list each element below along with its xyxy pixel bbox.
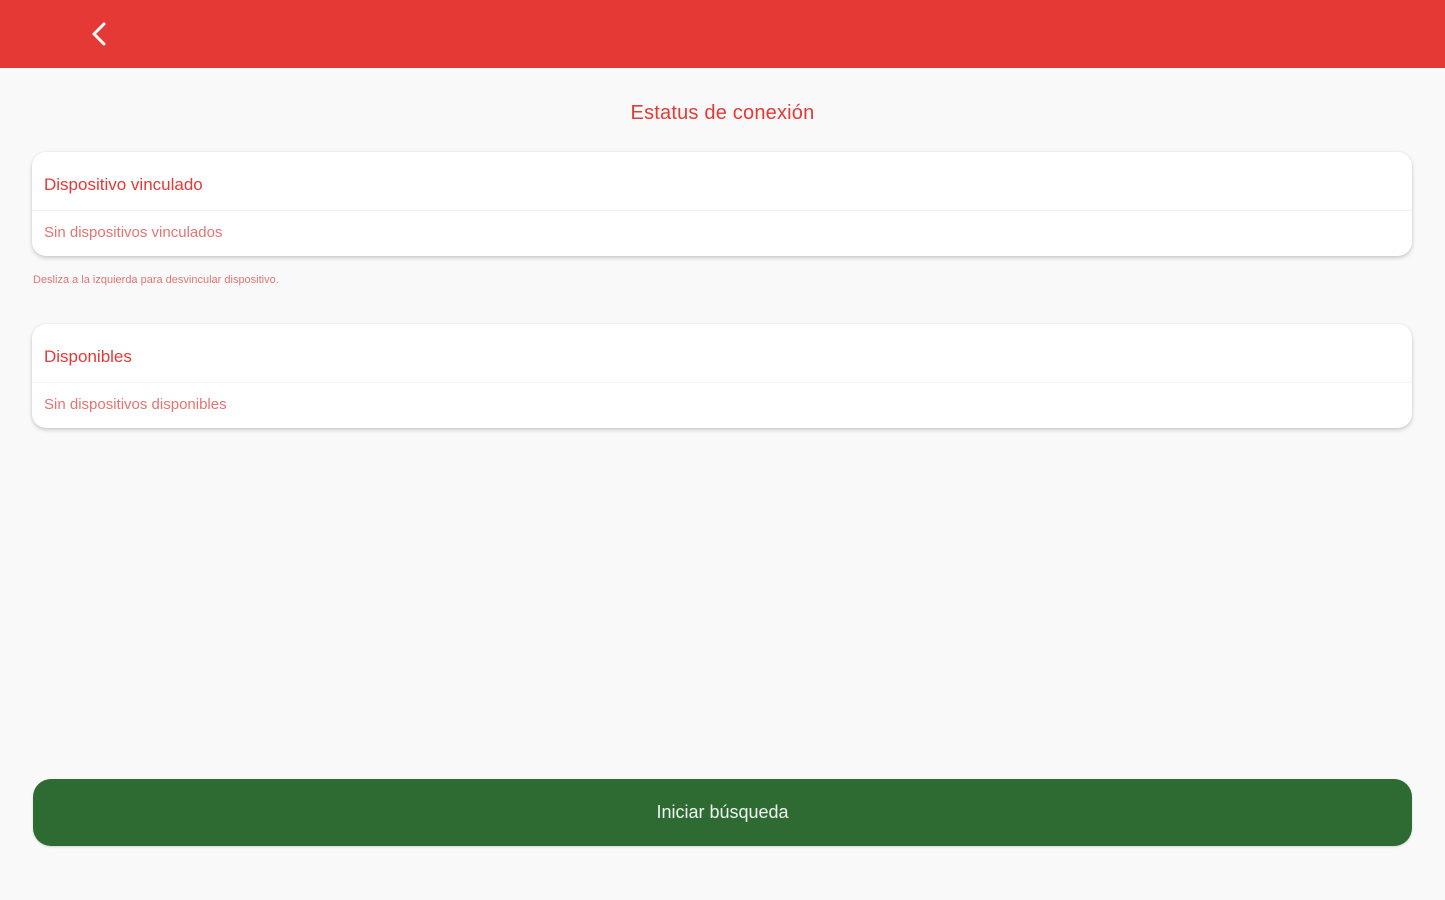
back-button[interactable] xyxy=(82,16,118,52)
start-search-button[interactable]: Iniciar búsqueda xyxy=(33,779,1412,846)
available-devices-header: Disponibles xyxy=(44,347,132,366)
chevron-left-icon xyxy=(92,22,106,46)
linked-device-header: Dispositivo vinculado xyxy=(44,175,203,194)
linked-device-empty-text: Sin dispositivos vinculados xyxy=(44,224,223,241)
top-app-bar xyxy=(0,0,1445,68)
available-devices-empty-text: Sin dispositivos disponibles xyxy=(44,396,227,413)
linked-device-card: Dispositivo vinculado Sin dispositivos v… xyxy=(32,152,1412,256)
available-devices-card: Disponibles Sin dispositivos disponibles xyxy=(32,324,1412,428)
start-search-label: Iniciar búsqueda xyxy=(656,802,789,822)
card-divider xyxy=(32,210,1412,211)
page-title: Estatus de conexión xyxy=(630,102,815,124)
unlink-hint: Desliza a la izquierda para desvincular … xyxy=(33,274,279,286)
card-divider xyxy=(32,382,1412,383)
